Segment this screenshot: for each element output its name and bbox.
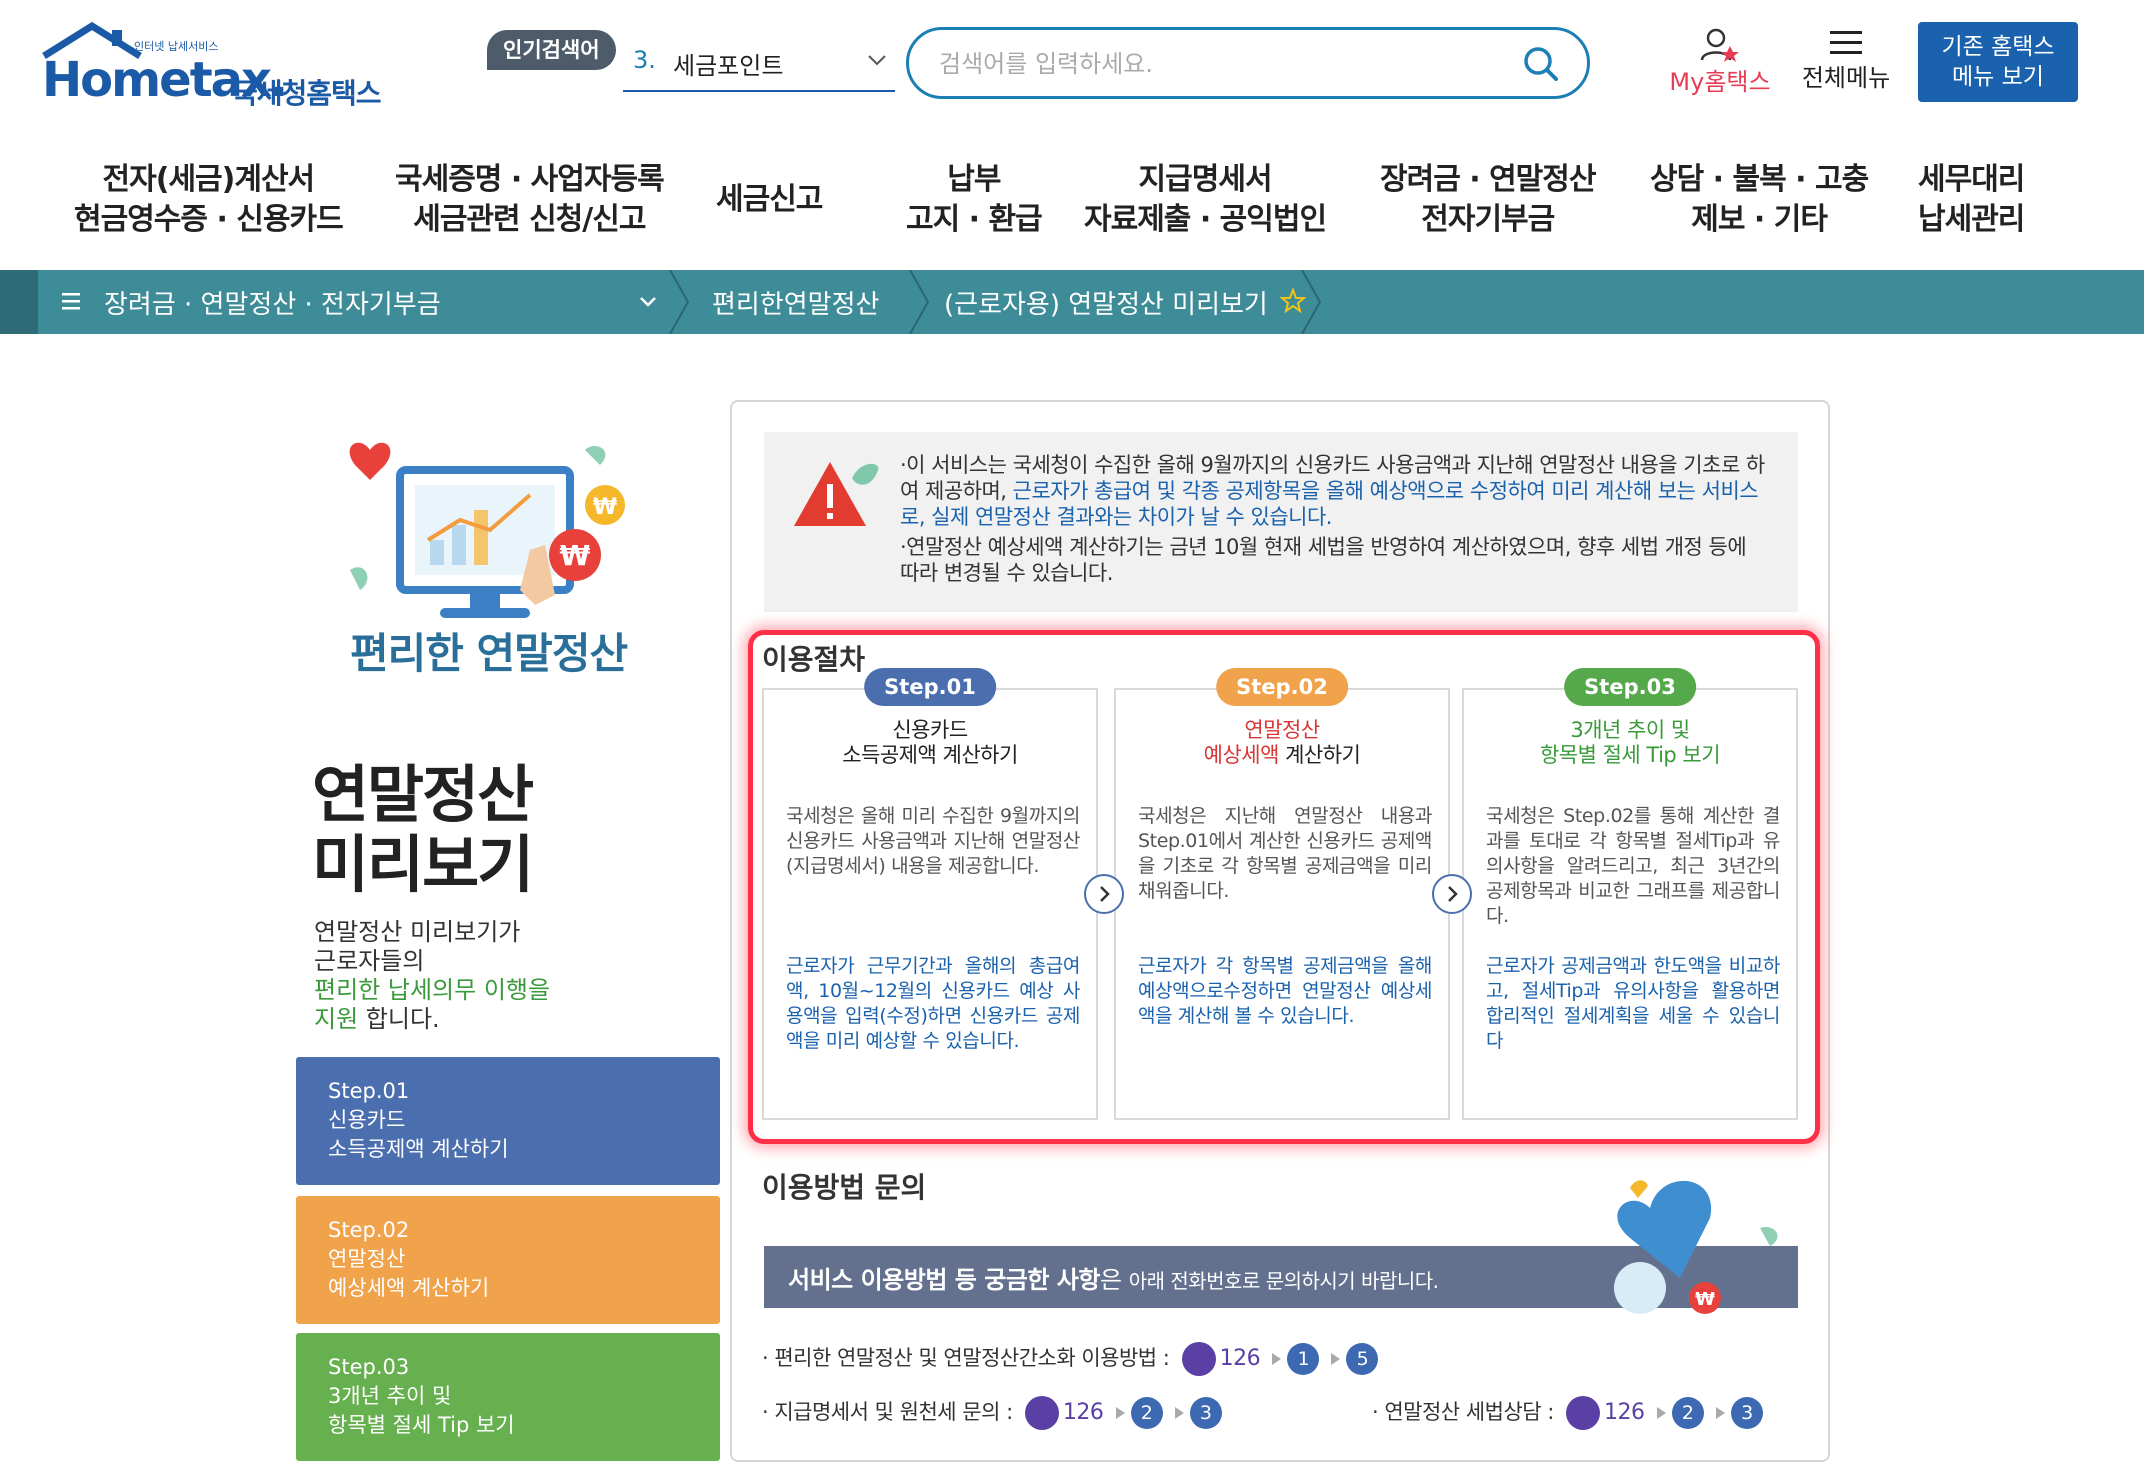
chevron-down-icon [868, 55, 886, 66]
highlight-frame [748, 630, 1820, 1144]
gnb-item-tax-report[interactable]: 세금신고 [716, 180, 823, 220]
old-menu-line2: 메뉴 보기 [1952, 64, 2044, 90]
hamburger-icon [1830, 31, 1862, 54]
breadcrumb-edge [0, 270, 38, 334]
phone-icon [1024, 1396, 1059, 1430]
breadcrumb-level3: (근로자용) 연말정산 미리보기 [944, 290, 1268, 320]
arrow-right-icon [1272, 1353, 1282, 1365]
breadcrumb: 장려금 · 연말정산 · 전자기부금 편리한연말정산 (근로자용) 연말정산 미… [0, 270, 2144, 334]
old-menu-line1: 기존 홈택스 [1941, 34, 2055, 60]
old-hometax-menu-button[interactable]: 기존 홈택스 메뉴 보기 [1918, 22, 2078, 102]
breadcrumb-separator [909, 270, 930, 334]
logo-subtitle: 국세청홈택스 [232, 77, 382, 110]
arrow-right-icon [1715, 1407, 1725, 1419]
phone-icon [1566, 1396, 1601, 1430]
gnb-item-consult[interactable]: 상담 · 불복 · 고충 제보 · 기타 [1650, 160, 1869, 240]
my-hometax-label: My홈택스 [1669, 68, 1771, 96]
svg-text:₩: ₩ [593, 495, 617, 520]
arrow-right-icon [1656, 1407, 1666, 1419]
header: 인터넷 납세서비스 Hometax. 국세청홈택스 인기검색어 3. 세금포인트… [0, 0, 2144, 130]
popular-search-term: 세금포인트 [673, 52, 784, 80]
all-menu-label: 전체메뉴 [1801, 64, 1891, 92]
list-icon [62, 293, 80, 310]
monitor-chart-illustration: ₩ ₩ [349, 442, 625, 618]
gnb-item-invoice[interactable]: 전자(세금)계산서 현금영수증 · 신용카드 [74, 160, 344, 240]
gnb-item-certificate[interactable]: 국세증명 · 사업자등록 세금관련 신청/신고 [395, 160, 665, 240]
breadcrumb-separator [1301, 270, 1322, 334]
notice-text: ·이 서비스는 국세청이 수집한 올해 9월까지의 신용카드 사용금액과 지난해… [900, 453, 1765, 585]
gnb-item-year-end[interactable]: 장려금 · 연말정산 전자기부금 [1380, 160, 1596, 240]
page-description: 연말정산 미리보기가 근로자들의 편리한 납세의무 이행을 지원 합니다. [314, 918, 551, 1033]
svg-text:₩: ₩ [1695, 1289, 1715, 1310]
breadcrumb-level2[interactable]: 편리한연말정산 [712, 284, 879, 321]
breadcrumb-level1[interactable]: 장려금 · 연말정산 · 전자기부금 [104, 284, 441, 321]
user-icon [1700, 28, 1739, 62]
notice-box: ·이 서비스는 국세청이 수집한 올해 9월까지의 신용카드 사용금액과 지난해… [764, 432, 1798, 612]
inquiry-banner-text: 서비스 이용방법 등 궁금한 사항은 아래 전화번호로 문의하시기 바랍니다. [788, 1266, 1439, 1294]
gnb-item-payment[interactable]: 납부 고지 · 환급 [906, 160, 1043, 240]
phone-row-simplified: · 편리한 연말정산 및 연말정산간소화 이용방법 : 126 1 5 [762, 1340, 1379, 1376]
phone-row-withholding: · 지급명세서 및 원천세 문의 : 126 2 3 [762, 1394, 1222, 1430]
step3-button[interactable]: Step.03 3개년 추이 및 항목별 절세 Tip 보기 [296, 1333, 720, 1461]
arrow-right-icon [1174, 1407, 1184, 1419]
search-input[interactable] [939, 44, 1499, 84]
hometax-logo[interactable]: 인터넷 납세서비스 Hometax. 국세청홈택스 [42, 22, 382, 112]
search-icon[interactable] [1521, 44, 1561, 84]
svg-text:₩: ₩ [560, 539, 591, 572]
inquiry-title: 이용방법 문의 [762, 1171, 927, 1204]
chevron-down-icon[interactable] [636, 290, 660, 314]
all-menu-button[interactable]: 전체메뉴 [1796, 28, 1896, 98]
step2-button[interactable]: Step.02 연말정산 예상세액 계산하기 [296, 1196, 720, 1324]
phone-row-tax-law: · 연말정산 세법상담 : 126 2 3 [1372, 1394, 1763, 1430]
hero-title: 편리한 연말정산 [350, 629, 628, 678]
popular-search-rank: 3. [633, 46, 656, 74]
search-box [906, 27, 1590, 99]
phone-icon [1181, 1342, 1216, 1376]
phone-heart-illustration: ₩ [1614, 1180, 1778, 1314]
my-hometax-button[interactable]: My홈택스 [1660, 28, 1780, 98]
gnb-item-statement[interactable]: 지급명세서 자료제출 · 공익법인 [1084, 160, 1327, 240]
page-title: 연말정산 미리보기 [312, 758, 534, 901]
popular-search-dropdown[interactable]: 3. 세금포인트 [623, 38, 895, 92]
warning-icon [794, 462, 879, 526]
arrow-right-icon [1115, 1407, 1125, 1419]
step1-button[interactable]: Step.01 신용카드 소득공제액 계산하기 [296, 1057, 720, 1185]
arrow-right-icon [1331, 1353, 1341, 1365]
breadcrumb-separator [669, 270, 690, 334]
gnb-item-tax-agent[interactable]: 세무대리 납세관리 [1918, 160, 2025, 240]
main-navigation: 전자(세금)계산서 현금영수증 · 신용카드 국세증명 · 사업자등록 세금관련… [0, 150, 2144, 270]
popular-search-badge: 인기검색어 [487, 30, 616, 70]
